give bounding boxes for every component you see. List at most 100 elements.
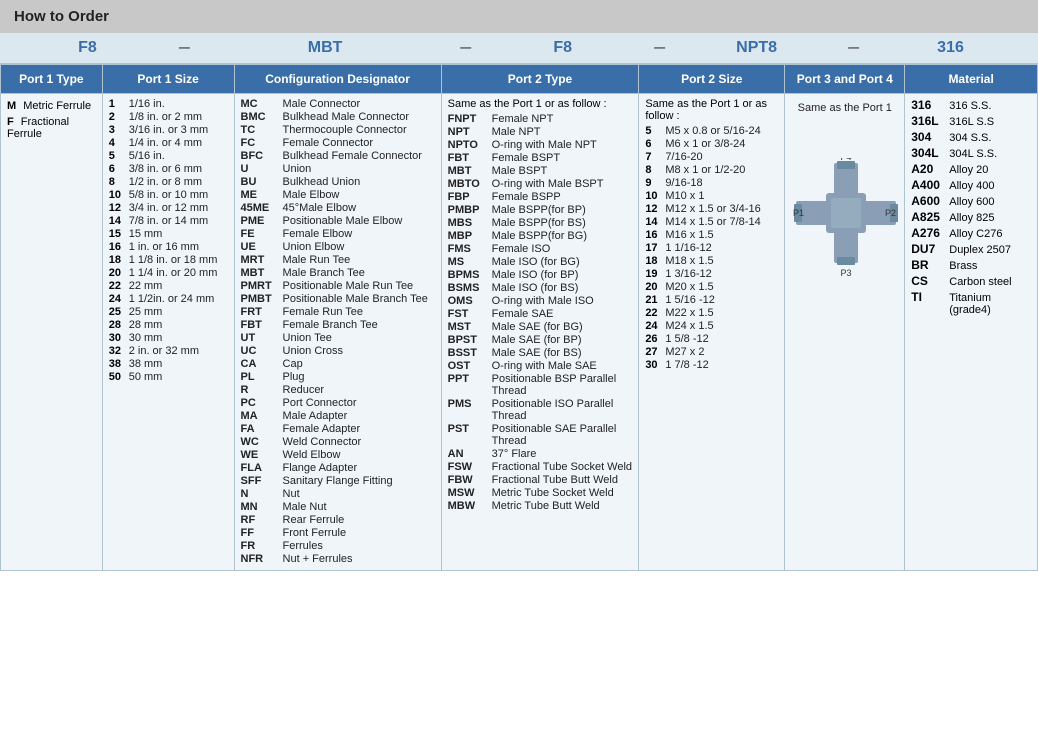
p2size-num: 18 [645,255,665,267]
material-code: 316L [911,114,949,128]
config-label: Male Run Tee [283,254,351,266]
config-code: UC [241,345,283,357]
order-seg-f8-1: F8 [78,39,97,56]
material-label: Alloy 20 [949,164,988,176]
config-code: RF [241,514,283,526]
port1-size-row: 81/2 in. or 8 mm [109,176,228,188]
material-code: 304 [911,130,949,144]
order-code-bar: F8 — MBT — F8 — NPT8 — 316 [0,33,1038,64]
port2-type-row: FBTFemale BSPT [448,152,633,164]
material-label: 304 S.S. [949,132,991,144]
config-row: RFRear Ferrule [241,514,435,526]
port2-type-code: FBT [448,152,492,164]
port2-type-code: BSMS [448,282,492,294]
p2size-val: 1 7/8 -12 [665,359,708,371]
port2-type-label: O-ring with Male SAE [492,360,597,372]
config-code: BFC [241,150,283,162]
port2-type-code: PPT [448,373,492,397]
p1size-num: 22 [109,280,129,292]
page-title: How to Order [0,0,1038,33]
material-code: 316 [911,98,949,112]
col-port2-type: Port 2 Type Same as the Port 1 or as fol… [442,65,640,570]
p1size-val: 22 mm [129,280,163,292]
p1size-num: 10 [109,189,129,201]
port1-size-row: 41/4 in. or 4 mm [109,137,228,149]
config-label: Sanitary Flange Fitting [283,475,393,487]
config-row: PLPlug [241,371,435,383]
port2-type-label: Male BSPP(for BS) [492,217,586,229]
config-label: Weld Elbow [283,449,341,461]
config-row: PMEPositionable Male Elbow [241,215,435,227]
port2-size-intro: Same as the Port 1 or as follow : [645,98,778,122]
material-code: A20 [911,162,949,176]
p2size-val: M18 x 1.5 [665,255,713,267]
port1-size-row: 63/8 in. or 6 mm [109,163,228,175]
p1size-val: 30 mm [129,332,163,344]
config-label: Plug [283,371,305,383]
config-label: Male Elbow [283,189,340,201]
port2-type-row: OSTO-ring with Male SAE [448,360,633,372]
p1size-num: 15 [109,228,129,240]
port2-type-code: FMS [448,243,492,255]
config-row: FBTFemale Branch Tee [241,319,435,331]
port1-size-row: 2222 mm [109,280,228,292]
p1size-val: 28 mm [129,319,163,331]
port2-type-code: PST [448,423,492,447]
port2-type-label: Male NPT [492,126,541,138]
port2-type-row: FBPFemale BSPP [448,191,633,203]
p1size-num: 2 [109,111,129,123]
port1-size-row: 322 in. or 32 mm [109,345,228,357]
port1-type-code-M: M [7,100,16,112]
config-row: BUBulkhead Union [241,176,435,188]
material-label: Brass [949,260,977,272]
p2size-num: 14 [645,216,665,228]
config-row: MRTMale Run Tee [241,254,435,266]
port2-type-row: FMSFemale ISO [448,243,633,255]
port2-size-row: 27M27 x 2 [645,346,778,358]
config-code: MA [241,410,283,422]
order-seg-316: 316 [937,39,964,56]
port1-type-code-F: F [7,116,14,128]
p2size-num: 20 [645,281,665,293]
material-row: 304L304L S.S. [911,146,1031,160]
config-code: TC [241,124,283,136]
port2-type-label: Male SAE (for BG) [492,321,583,333]
p2size-num: 19 [645,268,665,280]
p2size-num: 8 [645,164,665,176]
material-code: CS [911,274,949,288]
col-config-body: MCMale ConnectorBMCBulkhead Male Connect… [235,94,441,570]
port2-type-label: Fractional Tube Butt Weld [492,474,618,486]
port2-type-row: BPSTMale SAE (for BP) [448,334,633,346]
material-label: Alloy 825 [949,212,994,224]
port2-type-label: O-ring with Male BSPT [492,178,604,190]
port2-size-row: 191 3/16-12 [645,268,778,280]
port2-size-row: 24M24 x 1.5 [645,320,778,332]
col-port2-type-header: Port 2 Type [442,65,639,94]
port2-size-row: 16M16 x 1.5 [645,229,778,241]
p1size-val: 1/8 in. or 2 mm [129,111,202,123]
port1-size-row: 147/8 in. or 14 mm [109,215,228,227]
order-seg-f8-2: F8 [553,39,572,56]
p1size-num: 25 [109,306,129,318]
p1size-num: 14 [109,215,129,227]
port2-type-code: BSST [448,347,492,359]
svg-text:P3: P3 [841,268,852,278]
col-port1-size-body: 11/16 in.21/8 in. or 2 mm33/16 in. or 3 … [103,94,234,570]
config-label: Male Nut [283,501,327,513]
p2size-val: 7/16-20 [665,151,702,163]
material-label: Carbon steel [949,276,1011,288]
main-table: Port 1 Type M Metric Ferrule F Fractiona… [0,64,1038,571]
p2size-val: M16 x 1.5 [665,229,713,241]
port2-type-row: BSMSMale ISO (for BS) [448,282,633,294]
config-code: FA [241,423,283,435]
order-dash-1: — [179,42,190,54]
port2-type-label: Male ISO (for BP) [492,269,579,281]
config-label: Male Branch Tee [283,267,365,279]
col-port1-type-body: M Metric Ferrule F Fractional Ferrule [1,94,102,570]
port2-type-row: PMSPositionable ISO Parallel Thread [448,398,633,422]
port2-type-code: BPST [448,334,492,346]
p1size-num: 3 [109,124,129,136]
p1size-val: 50 mm [129,371,163,383]
p1size-num: 1 [109,98,129,110]
config-label: Reducer [283,384,325,396]
